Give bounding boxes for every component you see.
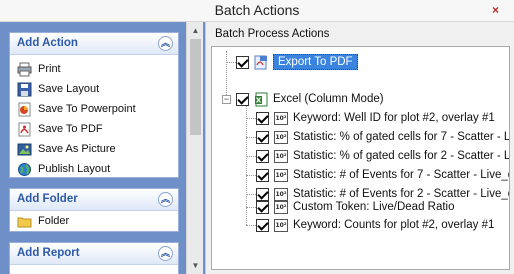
scroll-down-icon[interactable]: ▼ bbox=[187, 257, 204, 274]
action-label: Save As Picture bbox=[38, 143, 116, 155]
add-report-header[interactable]: Add Report ︽ bbox=[10, 243, 178, 265]
action-label: Folder bbox=[38, 215, 70, 227]
add-action-header[interactable]: Add Action ︽ bbox=[10, 33, 178, 55]
save-as-picture-action[interactable]: Save As Picture bbox=[17, 139, 178, 159]
powerpoint-icon bbox=[17, 102, 32, 117]
checkbox[interactable] bbox=[256, 218, 269, 232]
checkbox[interactable] bbox=[256, 200, 269, 214]
publish-layout-action[interactable]: Publish Layout bbox=[17, 159, 178, 179]
batch-process-panel: Batch Process Actions − Export To PDF Ex… bbox=[205, 22, 514, 274]
picture-icon bbox=[17, 142, 32, 157]
node-label: Statistic: % of gated cells for 7 - Scat… bbox=[293, 131, 510, 143]
add-folder-header[interactable]: Add Folder ︽ bbox=[10, 189, 178, 211]
tree-node-custom-token[interactable]: 10² Custom Token: Live/Dead Ratio bbox=[256, 198, 455, 216]
section-title: Add Report bbox=[17, 247, 80, 259]
batch-actions-tree[interactable]: − Export To PDF Excel (Column Mode) 10² … bbox=[211, 46, 510, 270]
tree-node-stat-events-7[interactable]: 10² Statistic: # of Events for 7 - Scatt… bbox=[256, 166, 510, 184]
node-label: Keyword: Counts for plot #2, overlay #1 bbox=[293, 219, 495, 231]
print-action[interactable]: Print bbox=[17, 59, 178, 79]
close-icon[interactable]: × bbox=[489, 4, 502, 17]
statistic-icon: 10² bbox=[274, 218, 288, 232]
action-label: Print bbox=[38, 63, 61, 75]
node-label: Excel (Column Mode) bbox=[273, 93, 384, 105]
tree-node-stat-gated-7[interactable]: 10² Statistic: % of gated cells for 7 - … bbox=[256, 128, 510, 146]
folder-icon bbox=[17, 214, 32, 229]
excel-icon bbox=[254, 92, 268, 107]
statistic-icon: 10² bbox=[274, 130, 288, 144]
statistic-icon: 10² bbox=[274, 111, 288, 125]
checkbox[interactable] bbox=[256, 111, 269, 125]
tree-node-keyword-well-id[interactable]: 10² Keyword: Well ID for plot #2, overla… bbox=[256, 109, 495, 127]
statistic-icon: 10² bbox=[274, 200, 288, 214]
actions-palette: Add Action ︽ Print Save Layout Save To P… bbox=[0, 22, 205, 274]
tree-node-keyword-counts[interactable]: 10² Keyword: Counts for plot #2, overlay… bbox=[256, 216, 494, 234]
folder-action[interactable]: Folder bbox=[17, 211, 178, 231]
collapse-chevron-icon[interactable]: ︽ bbox=[158, 246, 173, 261]
section-title: Add Action bbox=[17, 37, 78, 49]
panel-header: Batch Process Actions bbox=[215, 28, 330, 40]
pdf-icon bbox=[17, 122, 32, 137]
action-label: Save Layout bbox=[38, 83, 100, 95]
node-label: Keyword: Well ID for plot #2, overlay #1 bbox=[293, 112, 495, 124]
title-bar: Batch Actions × bbox=[0, 0, 514, 22]
tree-node-export-pdf[interactable]: Export To PDF bbox=[236, 53, 358, 71]
save-to-pdf-action[interactable]: Save To PDF bbox=[17, 119, 178, 139]
node-label: Custom Token: Live/Dead Ratio bbox=[293, 201, 455, 213]
save-layout-action[interactable]: Save Layout bbox=[17, 79, 178, 99]
action-label: Save To Powerpoint bbox=[38, 103, 136, 115]
printer-icon bbox=[17, 62, 32, 77]
statistic-icon: 10² bbox=[274, 149, 288, 163]
add-report-section: Add Report ︽ bbox=[9, 242, 179, 274]
collapse-toggle-icon[interactable]: − bbox=[222, 95, 231, 104]
tree-node-excel[interactable]: Excel (Column Mode) bbox=[236, 90, 384, 108]
node-label: Export To PDF bbox=[273, 54, 358, 70]
node-label: Statistic: % of gated cells for 2 - Scat… bbox=[293, 150, 510, 162]
tree-node-stat-gated-2[interactable]: 10² Statistic: % of gated cells for 2 - … bbox=[256, 147, 510, 165]
checkbox[interactable] bbox=[256, 130, 269, 144]
statistic-icon: 10² bbox=[274, 168, 288, 182]
action-label: Publish Layout bbox=[38, 163, 111, 175]
action-label: Save To PDF bbox=[38, 123, 103, 135]
node-label: Statistic: # of Events for 7 - Scatter -… bbox=[293, 169, 510, 181]
checkbox[interactable] bbox=[256, 168, 269, 182]
section-title: Add Folder bbox=[17, 193, 78, 205]
add-folder-section: Add Folder ︽ Folder bbox=[9, 188, 179, 232]
left-scrollbar[interactable]: ▲ ▼ bbox=[186, 22, 203, 274]
checkbox[interactable] bbox=[236, 55, 249, 69]
floppy-icon bbox=[17, 82, 32, 97]
window-title: Batch Actions bbox=[214, 2, 300, 18]
pdf-export-icon bbox=[254, 55, 268, 70]
scroll-thumb[interactable] bbox=[190, 39, 201, 135]
globe-icon bbox=[17, 162, 32, 177]
collapse-chevron-icon[interactable]: ︽ bbox=[158, 192, 173, 207]
save-to-powerpoint-action[interactable]: Save To Powerpoint bbox=[17, 99, 178, 119]
collapse-chevron-icon[interactable]: ︽ bbox=[158, 36, 173, 51]
checkbox[interactable] bbox=[236, 92, 249, 106]
add-action-section: Add Action ︽ Print Save Layout Save To P… bbox=[9, 32, 179, 178]
checkbox[interactable] bbox=[256, 149, 269, 163]
scroll-up-icon[interactable]: ▲ bbox=[187, 22, 204, 39]
